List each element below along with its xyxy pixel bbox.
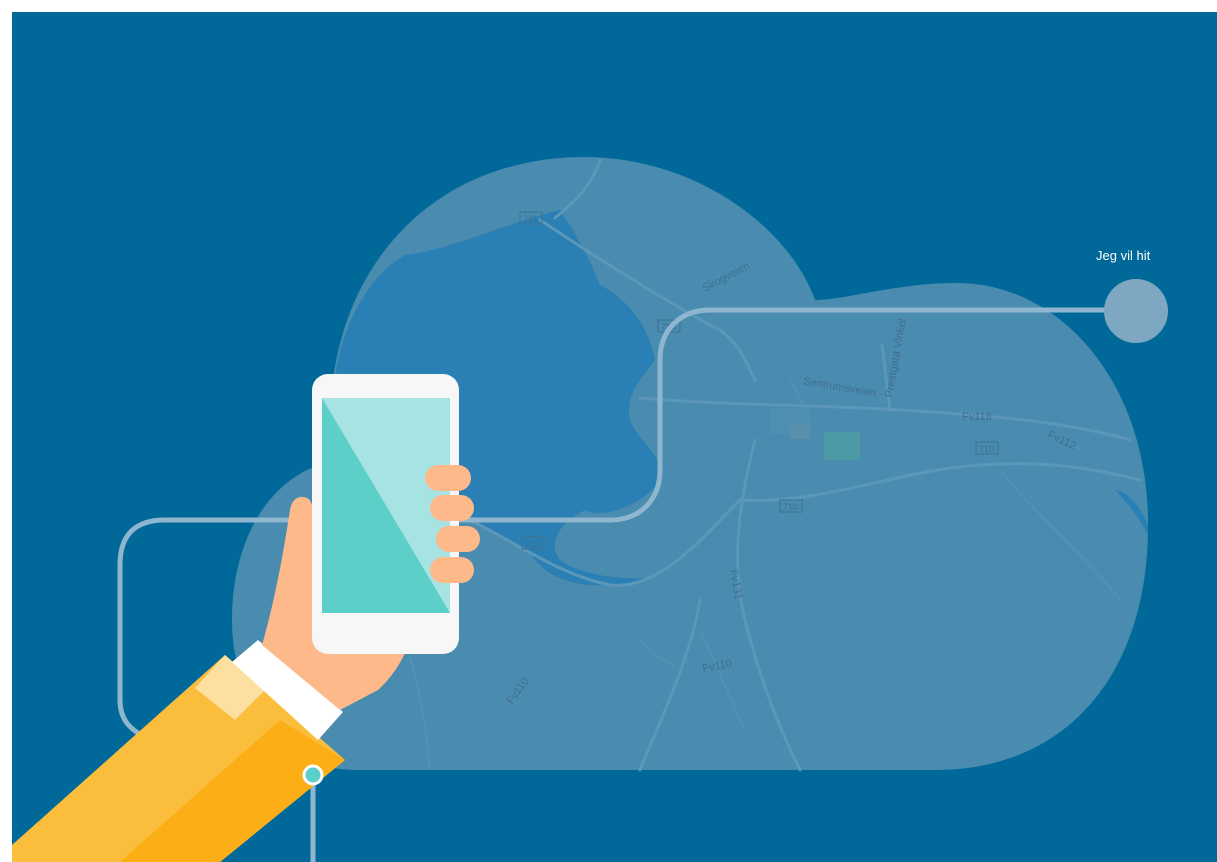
finger-3 <box>436 526 480 552</box>
destination-pin-icon[interactable] <box>1104 279 1168 343</box>
shield-710-c-text: 710 <box>783 502 798 512</box>
label-fv118: Fv118 <box>962 411 992 423</box>
finger-1 <box>425 465 471 491</box>
shield-710-b-text: 710 <box>979 444 994 454</box>
illustration-canvas: Skogveien Sentrumsveien Prestgata Vinkel… <box>12 12 1217 862</box>
cuff-button <box>302 764 324 786</box>
finger-2 <box>430 495 474 521</box>
finger-4 <box>430 557 474 583</box>
town-block-3 <box>790 425 810 439</box>
shield-721-text: 721 <box>523 214 538 224</box>
shield-710-d-text: 710 <box>525 539 540 549</box>
destination-label: Jeg vil hit <box>1096 248 1151 263</box>
town-block-2 <box>824 432 860 460</box>
map-illustration: Skogveien Sentrumsveien Prestgata Vinkel… <box>12 157 1168 862</box>
